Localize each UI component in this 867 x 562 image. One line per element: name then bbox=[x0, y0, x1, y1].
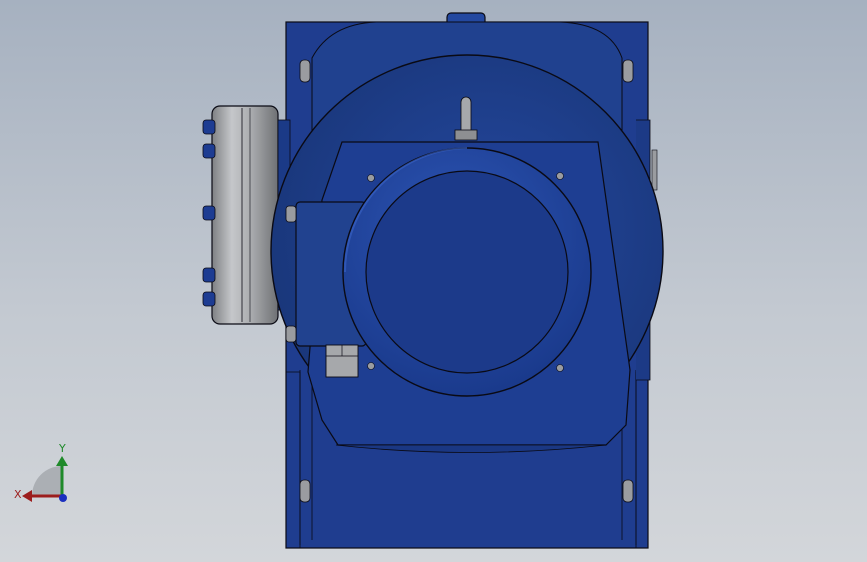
gear-motor-model[interactable] bbox=[0, 0, 867, 562]
cad-viewport[interactable]: Y X bbox=[0, 0, 867, 562]
disc-bolts bbox=[202, 119, 216, 307]
orientation-triad: Y X bbox=[14, 442, 68, 502]
triad-plane bbox=[32, 466, 62, 496]
motor-fan-cover[interactable] bbox=[365, 170, 569, 374]
cable-gland bbox=[325, 344, 359, 378]
triad-y-label: Y bbox=[58, 442, 66, 455]
triad-x-label: X bbox=[14, 488, 22, 501]
